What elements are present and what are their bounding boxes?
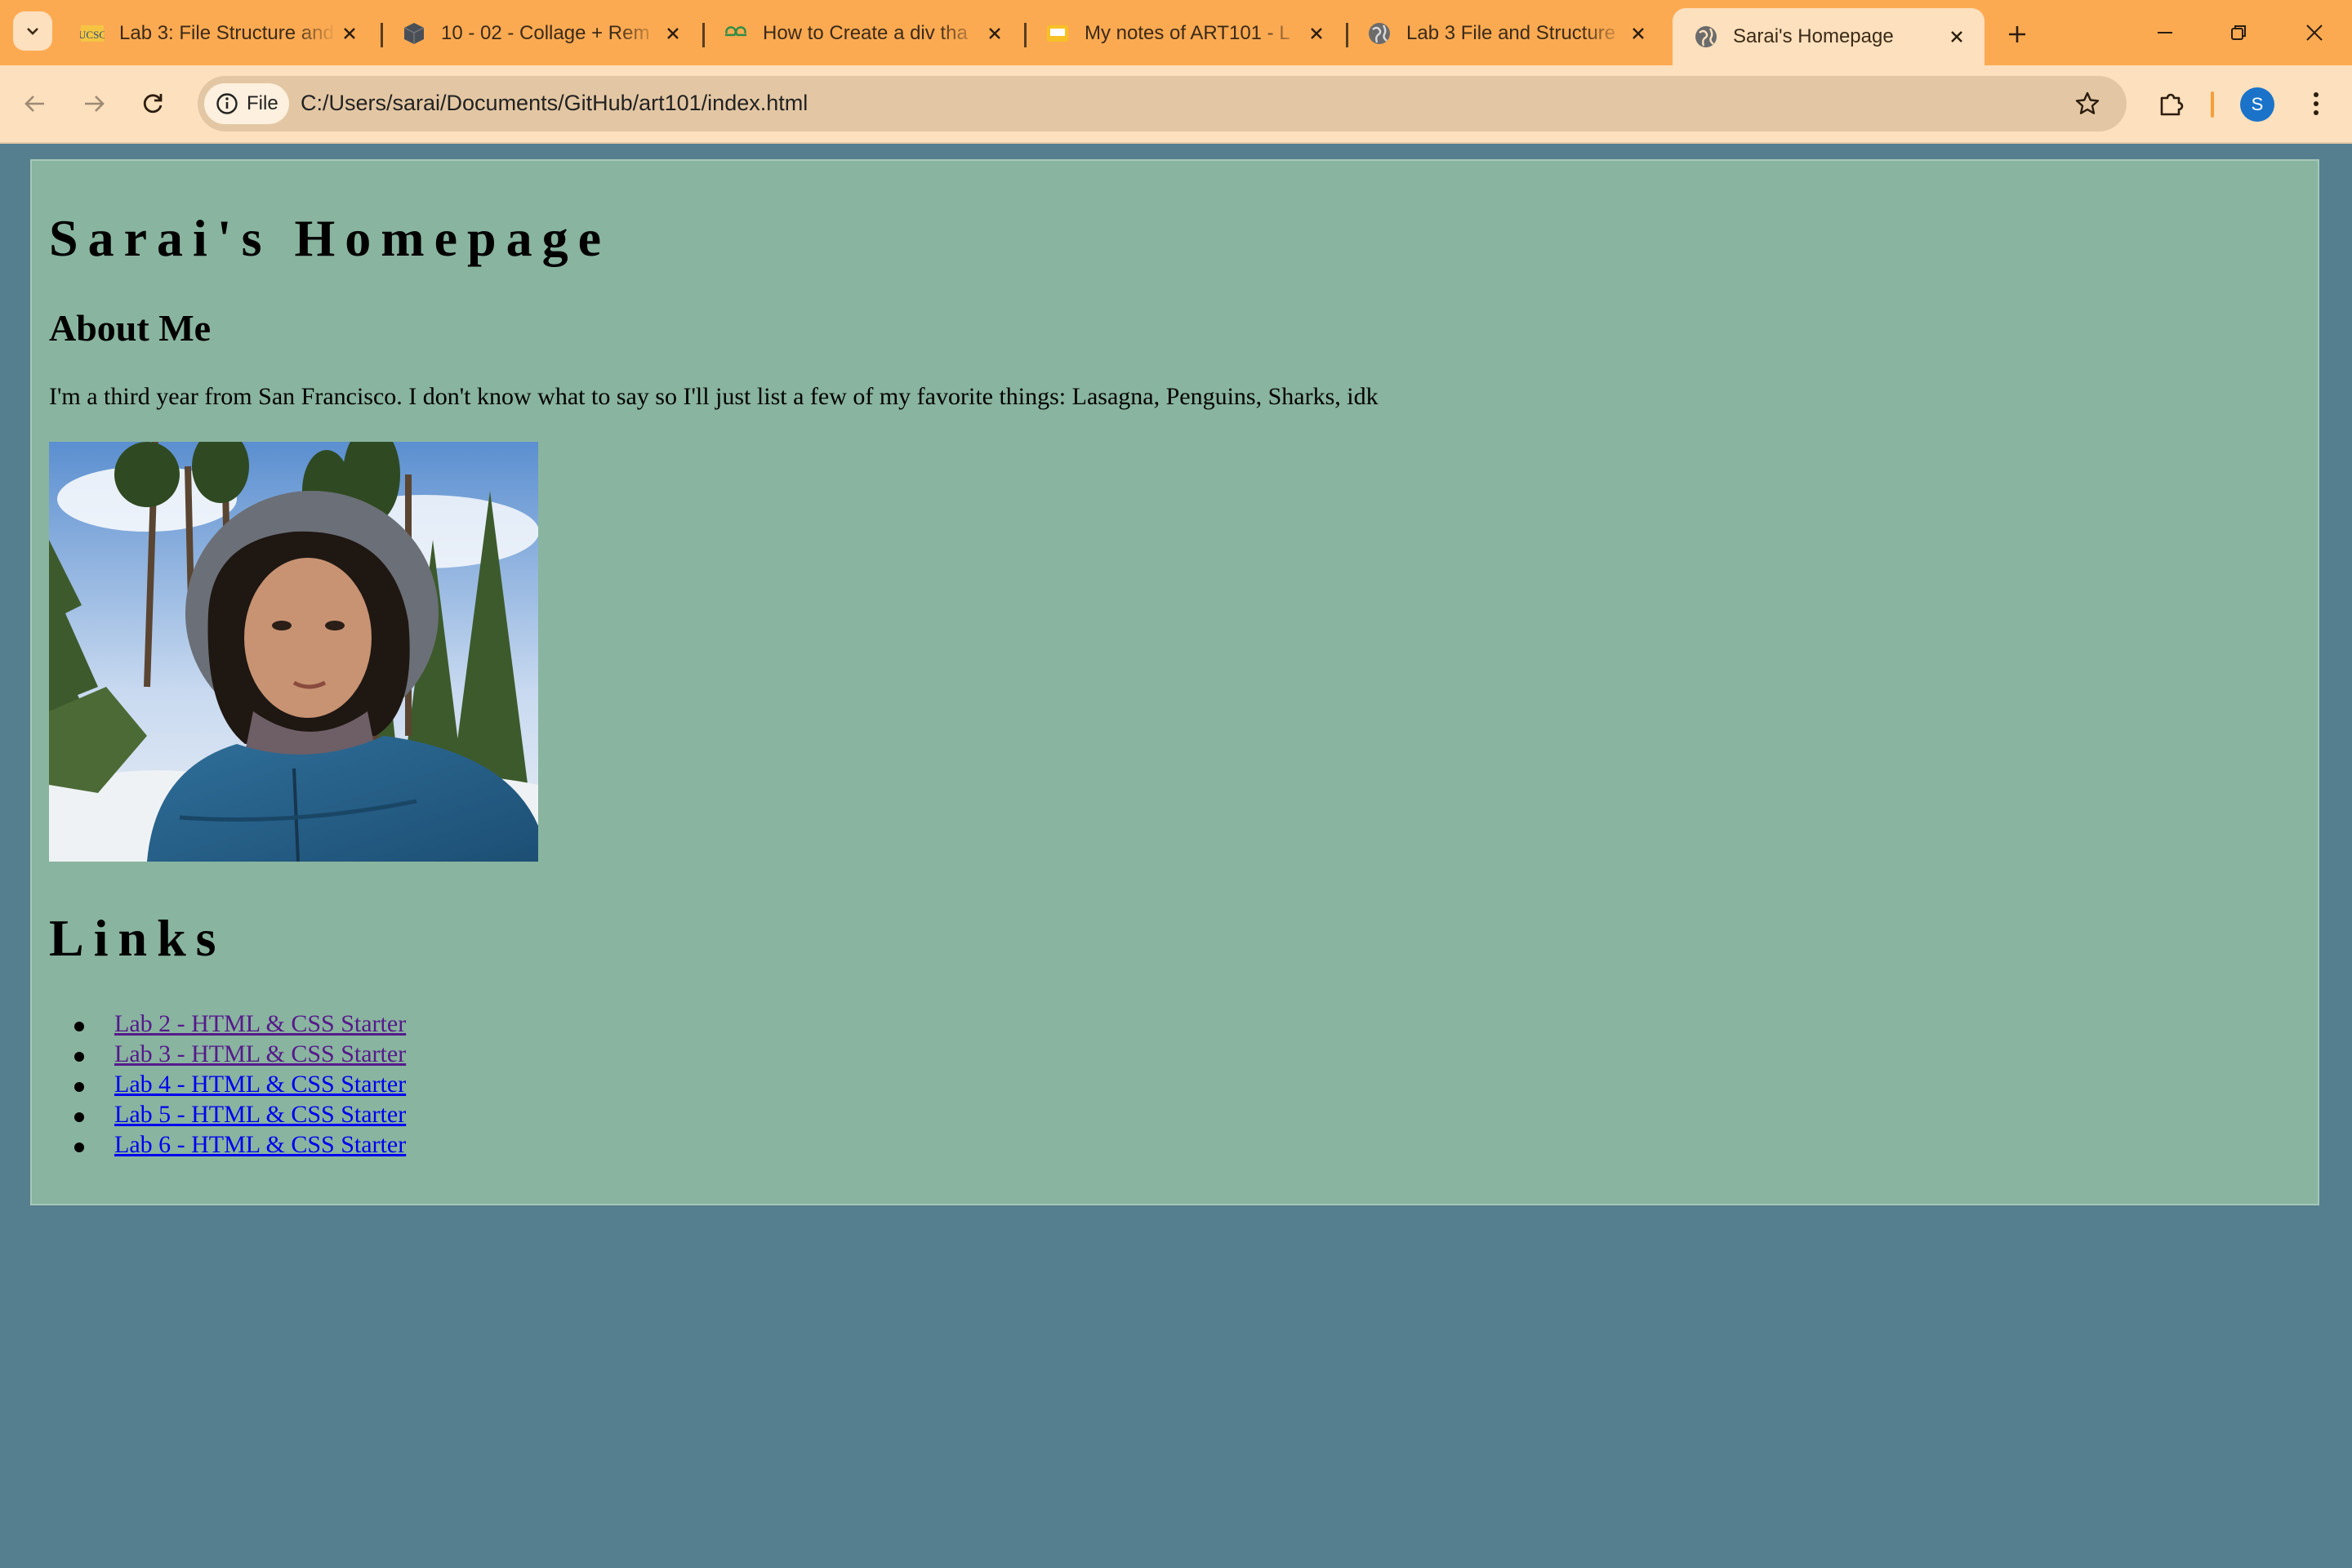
toolbar-divider — [2211, 91, 2214, 118]
info-icon — [216, 92, 238, 115]
tab-create-div[interactable]: How to Create a div tha — [702, 8, 1022, 59]
tab-saraisHomepage[interactable]: Sarai's Homepage — [1673, 8, 1984, 65]
close-icon[interactable] — [982, 20, 1008, 47]
about-text: I'm a third year from San Francisco. I d… — [49, 383, 1379, 410]
minimize-icon — [2158, 32, 2172, 33]
new-tab-button[interactable] — [1999, 16, 2035, 52]
close-icon[interactable] — [336, 20, 363, 47]
url-text[interactable]: C:/Users/sarai/Documents/GitHub/art101/i… — [301, 91, 808, 116]
link-lab-5[interactable]: Lab 5 - HTML & CSS Starter — [114, 1101, 406, 1128]
profile-photo — [49, 442, 538, 862]
scheme-label: File — [247, 92, 278, 114]
bookmark-star-icon[interactable] — [2073, 89, 2102, 118]
tab-title: Sarai's Homepage — [1733, 25, 1894, 47]
ucsc-favicon: UCSC — [80, 21, 105, 46]
tab-collage[interactable]: 10 - 02 - Collage + Rem — [381, 8, 701, 59]
tab-title: How to Create a div tha — [763, 22, 968, 44]
window-close-button[interactable] — [2296, 16, 2332, 49]
address-bar[interactable]: File C:/Users/sarai/Documents/GitHub/art… — [198, 76, 2127, 131]
menu-button[interactable] — [2300, 85, 2332, 122]
tab-search-button[interactable] — [13, 11, 52, 51]
tab-art101-notes[interactable]: My notes of ART101 - L — [1024, 8, 1344, 59]
globe-favicon — [1694, 24, 1718, 49]
tab-lab3-file-structure[interactable]: UCSC Lab 3: File Structure and — [59, 8, 377, 59]
close-icon[interactable] — [1625, 20, 1651, 47]
forward-arrow-icon — [85, 96, 105, 112]
puzzle-icon — [2160, 93, 2184, 116]
close-icon[interactable] — [1944, 24, 1970, 50]
link-lab-6[interactable]: Lab 6 - HTML & CSS Starter — [114, 1131, 406, 1158]
close-icon[interactable] — [660, 20, 686, 47]
restore-button[interactable] — [2221, 16, 2256, 49]
svg-text:UCSC: UCSC — [80, 29, 105, 41]
close-icon — [2306, 24, 2323, 41]
list-item: Lab 2 - HTML & CSS Starter — [49, 1010, 406, 1040]
chevron-down-icon — [27, 28, 38, 35]
back-arrow-icon — [24, 96, 44, 112]
extensions-button[interactable] — [2153, 85, 2190, 122]
link-lab-3[interactable]: Lab 3 - HTML & CSS Starter — [114, 1040, 406, 1067]
tab-strip: UCSC Lab 3: File Structure and 10 - 02 -… — [0, 0, 2352, 65]
list-item: Lab 3 - HTML & CSS Starter — [49, 1040, 406, 1071]
reload-icon — [143, 94, 163, 114]
kebab-menu-icon — [2314, 92, 2319, 115]
list-item: Lab 5 - HTML & CSS Starter — [49, 1101, 406, 1131]
plus-icon — [2009, 26, 2025, 42]
close-icon[interactable] — [1303, 20, 1330, 47]
cube-favicon — [402, 21, 426, 46]
content-container: Sarai's Homepage About Me I'm a third ye… — [30, 159, 2319, 1205]
link-lab-2[interactable]: Lab 2 - HTML & CSS Starter — [114, 1010, 406, 1037]
page-title: Sarai's Homepage — [49, 209, 611, 267]
globe-favicon — [1367, 21, 1392, 46]
tab-title: 10 - 02 - Collage + Rem — [441, 22, 650, 44]
tab-title: My notes of ART101 - L — [1085, 22, 1290, 44]
about-heading: About Me — [49, 307, 212, 349]
page-viewport: Sarai's Homepage About Me I'm a third ye… — [0, 144, 2352, 1568]
profile-avatar[interactable]: S — [2240, 87, 2274, 122]
notes-favicon — [1045, 21, 1070, 46]
reload-button[interactable] — [134, 85, 172, 122]
list-item: Lab 6 - HTML & CSS Starter — [49, 1131, 406, 1161]
links-heading: Links — [49, 909, 226, 967]
list-item: Lab 4 - HTML & CSS Starter — [49, 1071, 406, 1101]
restore-icon — [2231, 25, 2246, 40]
browser-toolbar: File C:/Users/sarai/Documents/GitHub/art… — [0, 65, 2352, 144]
back-button[interactable] — [16, 85, 54, 122]
tab-lab3-file-and-structure[interactable]: Lab 3 File and Structure — [1346, 8, 1666, 59]
geeksforgeeks-favicon — [724, 21, 748, 46]
link-lab-4[interactable]: Lab 4 - HTML & CSS Starter — [114, 1071, 406, 1098]
links-list: Lab 2 - HTML & CSS Starter Lab 3 - HTML … — [49, 1010, 406, 1161]
tab-title: Lab 3 File and Structure — [1406, 22, 1616, 44]
site-info-chip[interactable]: File — [204, 83, 289, 124]
forward-button[interactable] — [75, 85, 113, 122]
tab-title: Lab 3: File Structure and — [119, 22, 334, 44]
minimize-button[interactable] — [2147, 16, 2183, 49]
